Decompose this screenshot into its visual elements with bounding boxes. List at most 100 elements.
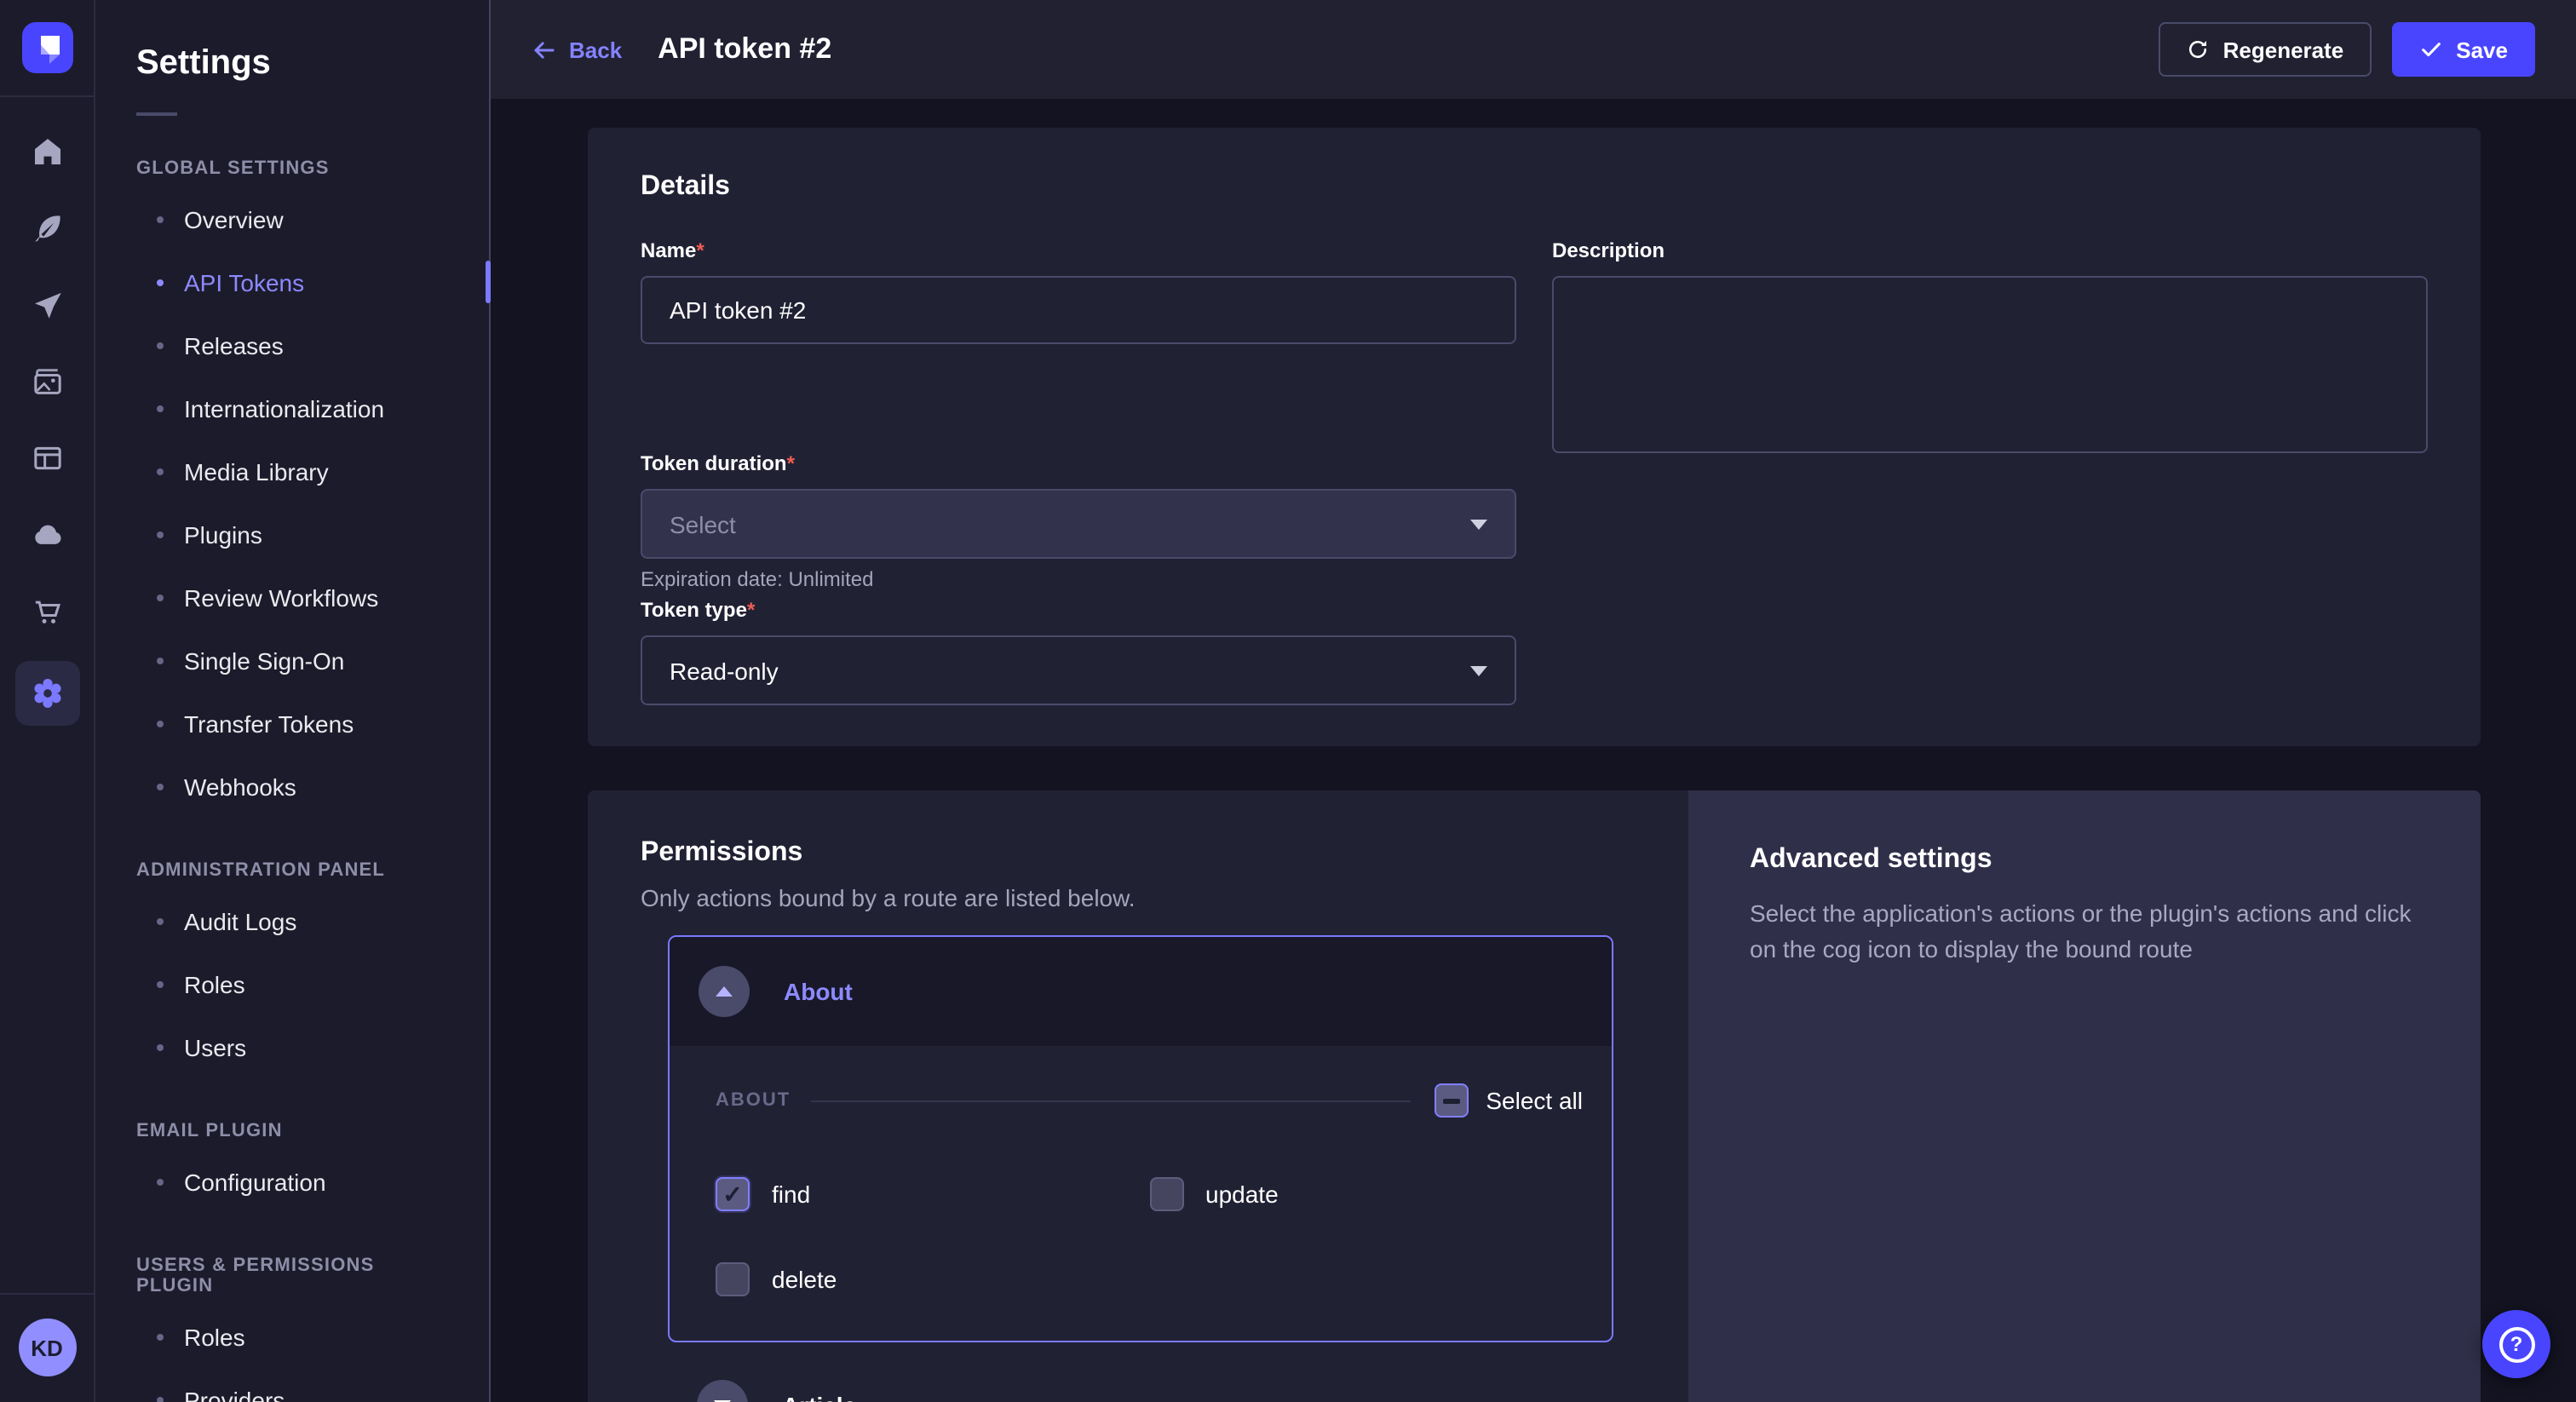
about-accordion-header[interactable]: About	[670, 937, 1612, 1046]
sidebar-item-label: Internationalization	[184, 394, 384, 422]
cart-icon[interactable]	[30, 595, 64, 629]
bullet-icon	[157, 279, 164, 285]
sidebar-item-releases[interactable]: Releases	[136, 313, 448, 376]
sidebar-item-label: Overview	[184, 205, 284, 233]
rail-icon-list	[14, 135, 79, 726]
rail-divider	[0, 95, 95, 97]
about-actions-grid: find update delete	[716, 1177, 1583, 1296]
required-asterisk: *	[696, 238, 704, 262]
paper-plane-icon[interactable]	[30, 288, 64, 322]
collapse-toggle[interactable]	[699, 966, 750, 1017]
section-users-permissions-plugin: USERS & PERMISSIONS PLUGIN	[136, 1255, 448, 1296]
update-checkbox[interactable]	[1149, 1177, 1183, 1211]
sidebar-item-up-providers[interactable]: Providers	[136, 1368, 448, 1402]
sidebar-item-label: Audit Logs	[184, 907, 296, 934]
expand-toggle[interactable]	[697, 1380, 748, 1402]
delete-checkbox[interactable]	[716, 1262, 750, 1296]
sidebar-item-label: Media Library	[184, 457, 329, 485]
home-icon[interactable]	[30, 135, 64, 169]
refresh-icon	[2186, 37, 2210, 61]
sidebar-item-webhooks[interactable]: Webhooks	[136, 755, 448, 818]
sidebar-item-single-sign-on[interactable]: Single Sign-On	[136, 629, 448, 692]
bullet-icon	[157, 980, 164, 987]
bullet-icon	[157, 1178, 164, 1185]
layout-icon[interactable]	[30, 441, 64, 475]
sidebar-item-audit-logs[interactable]: Audit Logs	[136, 889, 448, 952]
token-type-field: Token type* Read-only	[641, 598, 1516, 705]
token-duration-field: Token duration* Select Expiration date: …	[641, 451, 1516, 591]
bullet-icon	[157, 531, 164, 537]
bullet-icon	[157, 917, 164, 924]
save-button[interactable]: Save	[2391, 22, 2535, 77]
sidebar-item-label: Single Sign-On	[184, 646, 344, 674]
sidebar-item-overview[interactable]: Overview	[136, 187, 448, 250]
subnav-title-divider	[136, 112, 177, 116]
token-duration-value: Select	[670, 510, 736, 537]
action-label: update	[1205, 1181, 1279, 1208]
description-input[interactable]	[1552, 276, 2428, 453]
settings-nav-active[interactable]	[14, 661, 79, 726]
question-mark-icon: ?	[2498, 1326, 2534, 1362]
action-update: update	[1149, 1177, 1583, 1211]
sidebar-item-label: Providers	[184, 1386, 285, 1402]
rail-user-area: KD	[0, 1293, 94, 1402]
feather-icon[interactable]	[30, 211, 64, 245]
page-title: API token #2	[658, 32, 831, 66]
advanced-settings-description: Select the application's actions or the …	[1750, 896, 2419, 968]
token-type-value: Read-only	[670, 657, 779, 684]
chevron-down-icon	[1470, 665, 1487, 675]
select-all-label: Select all	[1486, 1087, 1583, 1114]
select-all-control[interactable]: Select all	[1435, 1083, 1583, 1118]
cloud-icon[interactable]	[30, 518, 64, 552]
sidebar-item-email-configuration[interactable]: Configuration	[136, 1150, 448, 1213]
token-duration-label: Token duration*	[641, 451, 1516, 475]
header-actions: Regenerate Save	[2159, 22, 2535, 77]
sidebar-item-admin-users[interactable]: Users	[136, 1015, 448, 1078]
sidebar-item-admin-roles[interactable]: Roles	[136, 952, 448, 1015]
select-all-checkbox[interactable]	[1435, 1083, 1469, 1118]
name-input[interactable]	[641, 276, 1516, 344]
token-type-label: Token type*	[641, 598, 1516, 622]
about-accordion-title: About	[784, 978, 853, 1005]
sidebar-item-label: Webhooks	[184, 773, 296, 800]
bullet-icon	[157, 594, 164, 600]
check-icon	[2418, 37, 2442, 61]
bullet-icon	[157, 657, 164, 664]
app-root: KD Settings GLOBAL SETTINGS Overview API…	[0, 0, 2576, 1402]
permissions-card: Permissions Only actions bound by a rout…	[588, 790, 2481, 1402]
required-asterisk: *	[747, 598, 755, 622]
token-type-select[interactable]: Read-only	[641, 635, 1516, 705]
details-form: Name* Description Token duration* Select	[641, 238, 2428, 705]
help-button[interactable]: ?	[2482, 1310, 2550, 1378]
sidebar-item-review-workflows[interactable]: Review Workflows	[136, 566, 448, 629]
sidebar-item-media-library[interactable]: Media Library	[136, 440, 448, 503]
subnav-title: Settings	[136, 44, 448, 83]
about-subheader-row: ABOUT Select all	[716, 1080, 1583, 1121]
sidebar-item-plugins[interactable]: Plugins	[136, 503, 448, 566]
sidebar-item-up-roles[interactable]: Roles	[136, 1305, 448, 1368]
main-nav-rail: KD	[0, 0, 95, 1402]
bullet-icon	[157, 1396, 164, 1402]
permissions-column: Permissions Only actions bound by a rout…	[588, 790, 1688, 1402]
sidebar-item-internationalization[interactable]: Internationalization	[136, 376, 448, 440]
token-duration-select[interactable]: Select	[641, 489, 1516, 559]
action-find: find	[716, 1177, 1149, 1211]
sidebar-item-api-tokens[interactable]: API Tokens	[136, 250, 448, 313]
about-subheader: ABOUT	[716, 1090, 791, 1111]
sidebar-item-transfer-tokens[interactable]: Transfer Tokens	[136, 692, 448, 755]
permissions-title: Permissions	[641, 838, 1641, 869]
action-delete: delete	[716, 1262, 1149, 1296]
sidebar-item-label: API Tokens	[184, 268, 304, 296]
bullet-icon	[157, 783, 164, 790]
article-accordion-header[interactable]: Article	[668, 1356, 1613, 1402]
find-checkbox[interactable]	[716, 1177, 750, 1211]
regenerate-button[interactable]: Regenerate	[2159, 22, 2372, 77]
bullet-icon	[157, 468, 164, 474]
back-button[interactable]: Back	[532, 37, 622, 62]
strapi-logo[interactable]	[21, 22, 72, 73]
section-administration-panel: ADMINISTRATION PANEL	[136, 860, 448, 881]
main-area: Back API token #2 Regenerate Save	[491, 0, 2576, 1402]
about-accordion: About ABOUT Select all	[668, 935, 1613, 1342]
user-avatar[interactable]: KD	[18, 1319, 76, 1376]
media-library-icon[interactable]	[30, 365, 64, 399]
